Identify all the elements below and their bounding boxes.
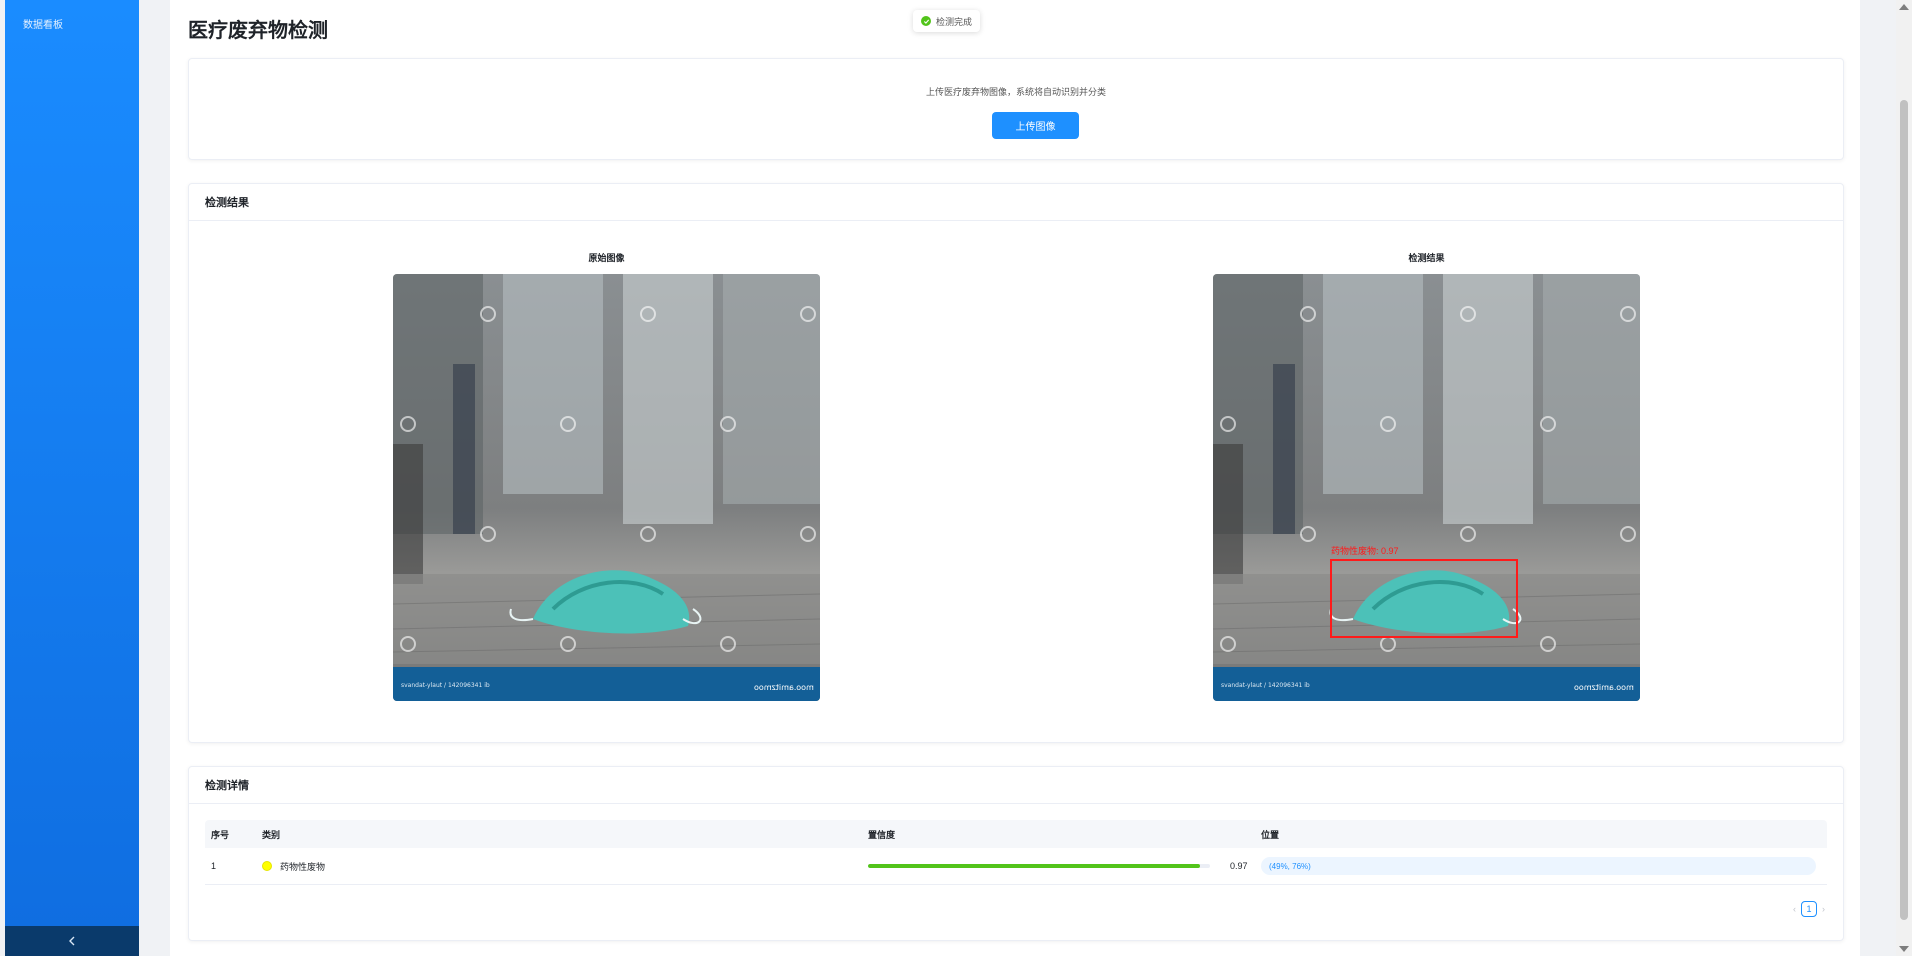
- column-header-index[interactable]: 序号: [205, 828, 262, 841]
- row-confidence: 0.97: [868, 861, 1261, 871]
- table-header-row: 序号 类别 置信度 位置: [205, 820, 1827, 848]
- sidebar: 数据看板: [5, 0, 139, 956]
- upload-hint: 上传医疗废弃物图像，系统将自动识别并分类: [925, 87, 1106, 97]
- column-header-confidence[interactable]: 置信度: [868, 828, 1261, 841]
- result-card: 检测结果 原始图像 svandat-ylaut / 142096341 ib m…: [188, 183, 1844, 743]
- page-scrollbar[interactable]: [1896, 0, 1912, 956]
- detail-table: 序号 类别 置信度 位置 1 药物性废物 0.97 (49%, 76%): [205, 820, 1827, 885]
- detected-image: svandat-ylaut / 142096341 ib moo.amitzmo…: [1213, 274, 1640, 701]
- watermark-left-text: svandat-ylaut / 142096341 ib: [1221, 682, 1310, 689]
- pagination-prev-icon[interactable]: ‹: [1793, 904, 1796, 914]
- position-tag: (49%, 76%): [1261, 857, 1816, 875]
- detection-label: 药物性废物: 0.97: [1331, 546, 1399, 556]
- pagination-next-icon[interactable]: ›: [1822, 904, 1825, 914]
- detail-card: 检测详情 序号 类别 置信度 位置 1 药物性废物 0.97 (49%, 76%…: [188, 766, 1844, 941]
- confidence-value: 0.97: [1230, 861, 1248, 871]
- detail-card-header: 检测详情: [189, 767, 1843, 804]
- table-row[interactable]: 1 药物性废物 0.97 (49%, 76%): [205, 848, 1827, 885]
- watermark-right-text: moo.amitzmoo: [1574, 683, 1634, 692]
- detected-image-title: 检测结果: [1408, 253, 1445, 263]
- upload-image-button[interactable]: 上传图像: [992, 112, 1079, 139]
- toast-message: 检测完成: [913, 10, 981, 32]
- original-image-title: 原始图像: [588, 253, 625, 263]
- chevron-left-icon: [69, 936, 75, 946]
- scrollbar-thumb[interactable]: [1900, 100, 1908, 920]
- category-label: 药物性废物: [280, 861, 326, 872]
- confidence-progress-bar: [868, 864, 1210, 868]
- scroll-up-arrow-icon[interactable]: [1899, 4, 1909, 10]
- category-color-dot: [262, 861, 272, 871]
- main-content: 医疗废弃物检测 检测完成 上传医疗废弃物图像，系统将自动识别并分类 上传图像 检…: [170, 0, 1860, 956]
- row-category: 药物性废物: [262, 860, 868, 873]
- column-header-category[interactable]: 类别: [262, 828, 868, 841]
- sidebar-collapse-button[interactable]: [5, 926, 139, 956]
- watermark-right-text: moo.amitzmoo: [754, 683, 814, 692]
- sidebar-item-dashboard[interactable]: 数据看板: [23, 16, 63, 31]
- pagination-page-1[interactable]: 1: [1801, 901, 1817, 917]
- confidence-progress-fill: [868, 864, 1200, 868]
- original-image: svandat-ylaut / 142096341 ib moo.amitzmo…: [393, 274, 820, 701]
- row-index: 1: [211, 861, 217, 871]
- toast-text: 检测完成: [936, 16, 973, 27]
- pagination: ‹ 1 ›: [1793, 901, 1825, 917]
- watermark-left-text: svandat-ylaut / 142096341 ib: [401, 682, 490, 689]
- result-card-header: 检测结果: [189, 184, 1843, 221]
- column-header-position[interactable]: 位置: [1261, 828, 1827, 841]
- upload-card: 上传医疗废弃物图像，系统将自动识别并分类 上传图像: [188, 58, 1844, 160]
- check-circle-icon: [921, 16, 931, 26]
- detection-bounding-box: [1330, 559, 1518, 638]
- page-title: 医疗废弃物检测: [188, 20, 328, 42]
- row-position: (49%, 76%): [1261, 857, 1827, 875]
- scroll-down-arrow-icon[interactable]: [1899, 946, 1909, 952]
